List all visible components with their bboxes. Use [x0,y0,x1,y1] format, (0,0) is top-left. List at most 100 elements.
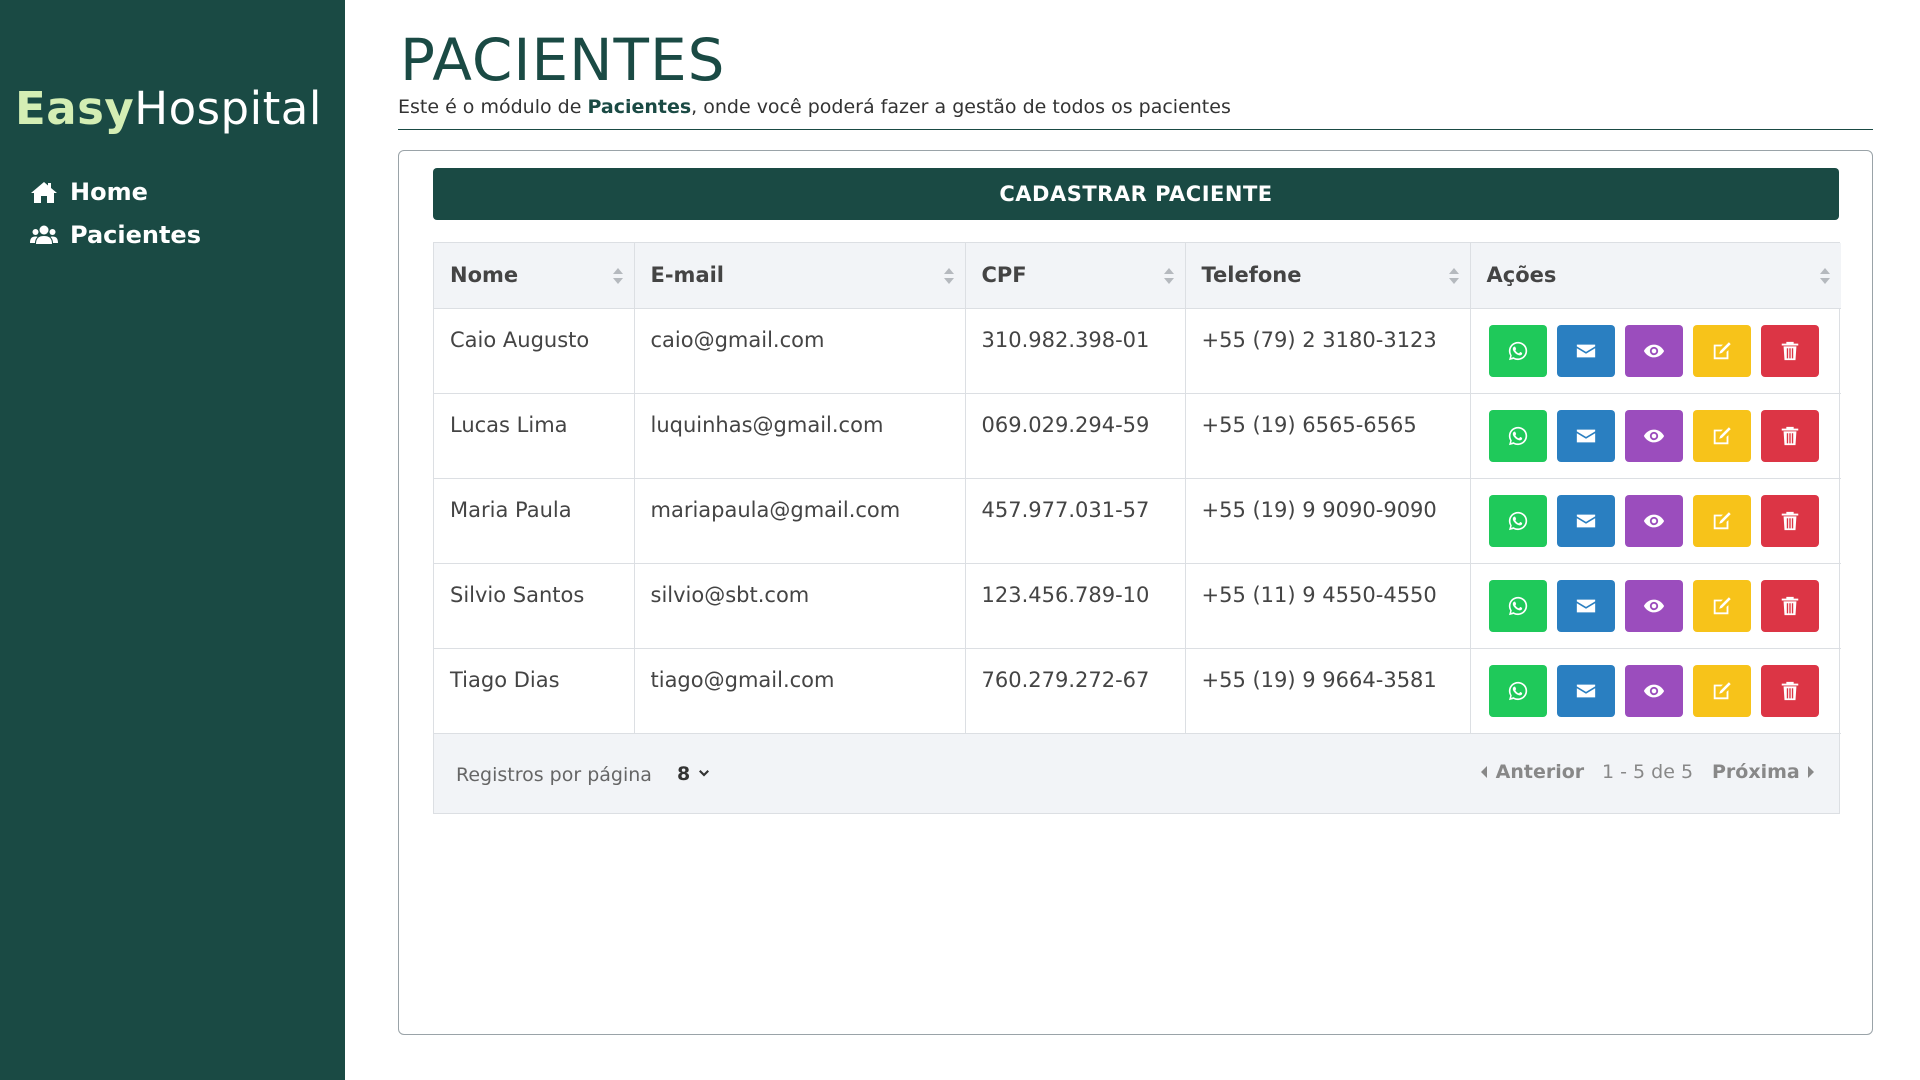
chevron-down-icon [699,770,710,777]
delete-button[interactable] [1760,324,1819,377]
whatsapp-button[interactable] [1488,409,1547,462]
view-button[interactable] [1624,579,1683,632]
envelope-icon [1576,344,1595,357]
edit-icon [1713,341,1731,359]
sidebar-item-home[interactable]: Home [30,170,201,213]
table-row: Lucas Lima luquinhas@gmail.com 069.029.294… [434,393,1841,479]
column-label: Nome [450,263,519,288]
rows-per-page-value: 8 [677,762,691,785]
email-button[interactable] [1556,409,1615,462]
column-label: E-mail [650,263,725,288]
add-patient-button[interactable]: CADASTRAR PACIENTE [433,168,1839,220]
column-header-telefone[interactable]: Telefone [1185,243,1471,309]
sidebar-item-label: Home [70,177,148,206]
cell-acoes [1470,648,1841,734]
cell-nome: Lucas Lima [434,393,635,479]
table-row: Silvio Santos silvio@sbt.com 123.456.789-1… [434,563,1841,649]
sort-icon [1820,268,1830,284]
cell-cpf: 760.279.272-67 [965,648,1186,734]
rows-per-page-select[interactable]: 8 [677,763,710,785]
cell-cpf: 457.977.031-57 [965,478,1186,564]
delete-button[interactable] [1760,494,1819,547]
edit-button[interactable] [1692,409,1751,462]
trash-icon [1781,681,1798,700]
email-button[interactable] [1556,324,1615,377]
email-button[interactable] [1556,664,1615,717]
edit-button[interactable] [1692,324,1751,377]
whatsapp-button[interactable] [1488,664,1547,717]
pagination-info: 1 - 5 de 5 [1602,760,1694,783]
delete-button[interactable] [1760,579,1819,632]
edit-button[interactable] [1692,579,1751,632]
column-header-email[interactable]: E-mail [634,243,966,309]
cell-email: mariapaula@gmail.com [634,478,966,564]
email-button[interactable] [1556,494,1615,547]
eye-icon [1643,514,1664,527]
subtitle-module: Pacientes [587,96,692,118]
subtitle-suffix: , onde você poderá fazer a gestão de tod… [691,96,1231,118]
brand-light: Hospital [134,82,322,135]
whatsapp-icon [1508,511,1527,530]
cell-acoes [1470,478,1841,564]
whatsapp-button[interactable] [1488,579,1547,632]
whatsapp-button[interactable] [1488,324,1547,377]
page-subtitle: Este é o módulo de Pacientes, onde você … [398,96,1231,118]
sort-icon [1163,268,1174,284]
column-label: CPF [981,263,1027,288]
cell-telefone: +55 (19) 9 9664-3581 [1185,648,1471,734]
envelope-icon [1576,684,1595,697]
edit-button[interactable] [1692,494,1751,547]
cell-email: luquinhas@gmail.com [634,393,966,479]
cell-nome: Caio Augusto [434,308,635,394]
view-button[interactable] [1624,324,1683,377]
view-button[interactable] [1624,494,1683,547]
sidebar: EasyHospital Home Pacientes [0,0,345,1080]
whatsapp-icon [1508,596,1527,615]
table-header-row: Nome E-mail CPF Telefone Ações [434,243,1841,309]
rows-per-page-label: Registros por página [456,763,652,786]
cell-telefone: +55 (19) 6565-6565 [1185,393,1471,479]
cell-telefone: +55 (11) 9 4550-4550 [1185,563,1471,649]
cell-telefone: +55 (19) 9 9090-9090 [1185,478,1471,564]
home-icon [31,181,57,203]
whatsapp-icon [1508,426,1527,445]
table-body: Caio Augusto caio@gmail.com 310.982.398-01… [434,308,1841,734]
sort-icon [1448,268,1459,284]
brand-logo[interactable]: EasyHospital [15,82,322,135]
edit-icon [1713,426,1731,444]
patients-card: CADASTRAR PACIENTE Nome E-mail CPF Telef… [398,150,1873,1035]
cell-email: silvio@sbt.com [634,563,966,649]
cell-acoes [1470,393,1841,479]
sort-icon [943,268,954,284]
sidebar-item-pacientes[interactable]: Pacientes [30,213,201,256]
column-header-acoes[interactable]: Ações [1470,243,1841,309]
trash-icon [1781,426,1798,445]
column-header-nome[interactable]: Nome [434,243,635,309]
email-button[interactable] [1556,579,1615,632]
caret-left-icon [1481,766,1487,778]
pagination-next-label: Próxima [1712,760,1800,783]
pagination-next-button[interactable]: Próxima [1712,761,1816,783]
eye-icon [1643,599,1664,612]
column-label: Ações [1486,263,1557,288]
edit-button[interactable] [1692,664,1751,717]
table-row: Caio Augusto caio@gmail.com 310.982.398-01… [434,308,1841,394]
edit-icon [1713,596,1731,614]
whatsapp-icon [1508,681,1527,700]
envelope-icon [1576,599,1595,612]
cell-telefone: +55 (79) 2 3180-3123 [1185,308,1471,394]
eye-icon [1643,684,1664,697]
view-button[interactable] [1624,409,1683,462]
envelope-icon [1576,514,1595,527]
column-header-cpf[interactable]: CPF [965,243,1186,309]
whatsapp-button[interactable] [1488,494,1547,547]
cell-nome: Tiago Dias [434,648,635,734]
delete-button[interactable] [1760,409,1819,462]
table-footer: Registros por página 8 Anterior 1 - 5 de… [434,733,1839,813]
view-button[interactable] [1624,664,1683,717]
cell-nome: Silvio Santos [434,563,635,649]
table-row: Tiago Dias tiago@gmail.com 760.279.272-67 +… [434,648,1841,734]
pagination-prev-button[interactable]: Anterior [1479,761,1584,783]
delete-button[interactable] [1760,664,1819,717]
table-row: Maria Paula mariapaula@gmail.com 457.977.0… [434,478,1841,564]
